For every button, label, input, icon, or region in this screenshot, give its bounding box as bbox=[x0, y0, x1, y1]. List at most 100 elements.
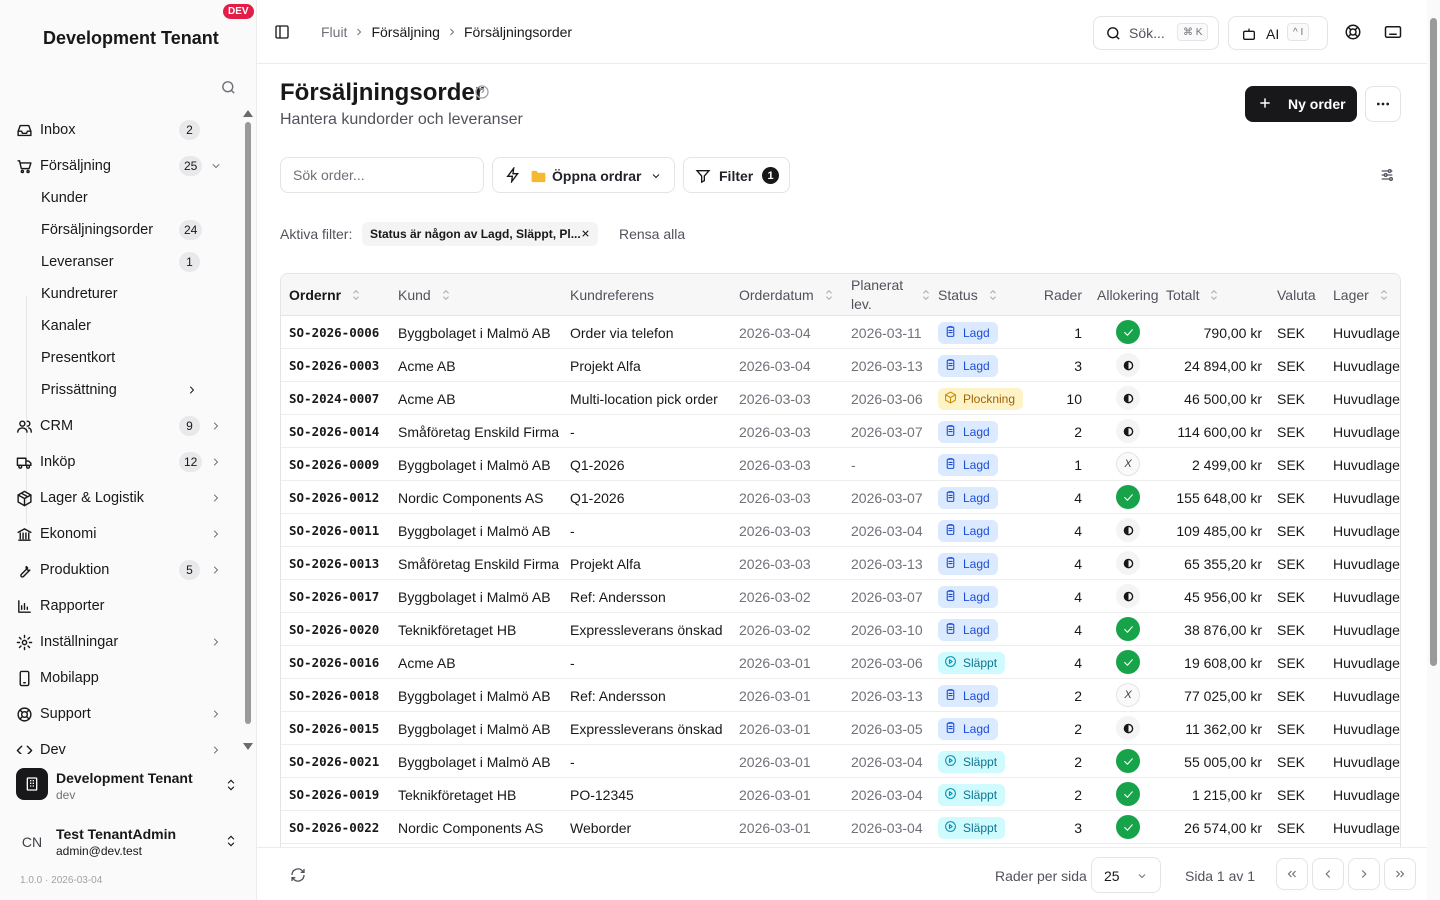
sidebar-item-lager-logistik[interactable]: Lager & Logistik bbox=[0, 482, 240, 514]
chevron-right-icon[interactable] bbox=[186, 384, 198, 396]
sidebar-item-inköp[interactable]: Inköp 12 bbox=[0, 446, 240, 478]
chevron-down-icon[interactable] bbox=[210, 160, 222, 172]
global-search-button[interactable]: Sök... ⌘ K bbox=[1093, 16, 1219, 50]
user-menu[interactable]: CN Test TenantAdmin admin@dev.test bbox=[0, 818, 256, 866]
order-number[interactable]: SO-2026-0009 bbox=[289, 448, 379, 481]
sidebar-toggle-icon[interactable] bbox=[274, 24, 290, 40]
table-row[interactable]: SO-2026-0018 Byggbolaget i Malmö AB Ref: A… bbox=[281, 679, 1400, 712]
sidebar-item-mobilapp[interactable]: Mobilapp bbox=[0, 662, 240, 694]
sidebar-item-produktion[interactable]: Produktion 5 bbox=[0, 554, 240, 586]
sort-icon[interactable] bbox=[824, 289, 834, 301]
saved-view-dropdown[interactable]: Öppna ordrar bbox=[492, 157, 675, 193]
scroll-down-arrow[interactable] bbox=[243, 743, 253, 750]
order-number[interactable]: SO-2026-0017 bbox=[289, 580, 379, 613]
sort-icon[interactable] bbox=[988, 289, 998, 301]
chevron-right-icon[interactable] bbox=[210, 456, 222, 468]
sort-icon[interactable] bbox=[1379, 289, 1389, 301]
order-number[interactable]: SO-2026-0020 bbox=[289, 613, 379, 646]
chevron-right-icon[interactable] bbox=[210, 744, 222, 754]
column-header[interactable]: Ordernr bbox=[289, 274, 394, 316]
chevron-right-icon[interactable] bbox=[210, 420, 222, 432]
sidebar-item-kundreturer[interactable]: Kundreturer bbox=[0, 278, 240, 310]
page-scrollbar[interactable] bbox=[1427, 0, 1440, 900]
order-number[interactable]: SO-2024-0007 bbox=[289, 382, 379, 415]
sidebar-item-kunder[interactable]: Kunder bbox=[0, 182, 240, 214]
column-header[interactable]: Orderdatum bbox=[739, 274, 847, 316]
previous-page-button[interactable] bbox=[1312, 858, 1344, 890]
sidebar-item-leveranser[interactable]: Leveranser 1 bbox=[0, 246, 240, 278]
sidebar-item-inbox[interactable]: Inbox 2 bbox=[0, 114, 240, 146]
order-search-input[interactable] bbox=[280, 157, 484, 193]
table-row[interactable]: SO-2026-0015 Byggbolaget i Malmö AB Expres… bbox=[281, 712, 1400, 745]
order-number[interactable]: SO-2026-0014 bbox=[289, 415, 379, 448]
table-row[interactable]: SO-2026-0020 Teknikföretaget HB Expresslev… bbox=[281, 613, 1400, 646]
sidebar-item-försäljning[interactable]: Försäljning 25 bbox=[0, 150, 240, 182]
table-row[interactable]: SO-2024-0007 Acme AB Multi-location pick o… bbox=[281, 382, 1400, 415]
column-header[interactable]: Kund bbox=[398, 274, 566, 316]
sidebar-item-inställningar[interactable]: Inställningar bbox=[0, 626, 240, 658]
chevron-right-icon[interactable] bbox=[210, 636, 222, 648]
scrollbar-thumb[interactable] bbox=[245, 122, 251, 724]
order-number[interactable]: SO-2026-0019 bbox=[289, 778, 379, 811]
order-number[interactable]: SO-2026-0021 bbox=[289, 745, 379, 778]
sort-icon[interactable] bbox=[921, 289, 931, 301]
table-row[interactable]: SO-2026-0014 Småföretag Enskild Firma - 202… bbox=[281, 415, 1400, 448]
column-header[interactable]: Status bbox=[938, 274, 1018, 316]
table-row[interactable]: SO-2026-0021 Byggbolaget i Malmö AB - 2026-… bbox=[281, 745, 1400, 778]
column-header[interactable]: Lager bbox=[1333, 274, 1400, 316]
sidebar-item-support[interactable]: Support bbox=[0, 698, 240, 730]
lifebuoy-icon[interactable] bbox=[1344, 23, 1362, 41]
tenant-switcher[interactable]: Development Tenant dev bbox=[0, 762, 256, 810]
table-row[interactable]: SO-2026-0017 Byggbolaget i Malmö AB Ref: A… bbox=[281, 580, 1400, 613]
table-row[interactable]: SO-2026-0013 Småföretag Enskild Firma Proj… bbox=[281, 547, 1400, 580]
chevron-right-icon[interactable] bbox=[210, 492, 222, 504]
order-number[interactable]: SO-2026-0012 bbox=[289, 481, 379, 514]
chevron-right-icon[interactable] bbox=[210, 564, 222, 576]
breadcrumb-item[interactable]: Fluit bbox=[321, 24, 347, 40]
ai-assistant-button[interactable]: AI ^ I bbox=[1228, 16, 1328, 50]
refresh-icon[interactable] bbox=[290, 867, 306, 883]
order-number[interactable]: SO-2026-0018 bbox=[289, 679, 379, 712]
table-row[interactable]: SO-2026-0009 Byggbolaget i Malmö AB Q1-202… bbox=[281, 448, 1400, 481]
scroll-up-arrow[interactable] bbox=[243, 110, 253, 117]
scrollbar-thumb[interactable] bbox=[1430, 18, 1437, 666]
order-number[interactable]: SO-2026-0006 bbox=[289, 316, 379, 349]
table-row[interactable]: SO-2026-0016 Acme AB - 2026-03-01 2026-03-06… bbox=[281, 646, 1400, 679]
order-number[interactable]: SO-2026-0003 bbox=[289, 349, 379, 382]
chevron-right-icon[interactable] bbox=[210, 708, 222, 720]
first-page-button[interactable] bbox=[1276, 858, 1308, 890]
order-number[interactable]: SO-2026-0013 bbox=[289, 547, 379, 580]
search-icon[interactable] bbox=[220, 79, 237, 96]
close-icon[interactable] bbox=[580, 228, 591, 239]
keyboard-icon[interactable] bbox=[1384, 23, 1402, 41]
table-row[interactable]: SO-2026-0003 Acme AB Projekt Alfa 2026-03-0… bbox=[281, 349, 1400, 382]
sidebar-item-dev[interactable]: Dev bbox=[0, 734, 240, 754]
next-page-button[interactable] bbox=[1348, 858, 1380, 890]
sidebar-item-försäljningsorder[interactable]: Försäljningsorder 24 bbox=[0, 214, 240, 246]
order-number[interactable]: SO-2026-0011 bbox=[289, 514, 379, 547]
rows-per-page-select[interactable]: 25 bbox=[1091, 857, 1161, 893]
sidebar-item-presentkort[interactable]: Presentkort bbox=[0, 342, 240, 374]
clear-all-filters-button[interactable]: Rensa alla bbox=[619, 226, 685, 242]
sort-icon[interactable] bbox=[441, 289, 451, 301]
filter-button[interactable]: Filter 1 bbox=[683, 157, 790, 193]
more-actions-button[interactable] bbox=[1365, 86, 1401, 122]
sidebar-item-crm[interactable]: CRM 9 bbox=[0, 410, 240, 442]
table-row[interactable]: SO-2026-0022 Nordic Components AS Weborder… bbox=[281, 811, 1400, 844]
table-row[interactable]: SO-2026-0011 Byggbolaget i Malmö AB - 2026-… bbox=[281, 514, 1400, 547]
table-row[interactable]: SO-2026-0019 Teknikföretaget HB PO-12345 20… bbox=[281, 778, 1400, 811]
last-page-button[interactable] bbox=[1384, 858, 1416, 890]
column-header[interactable]: Planerat lev. bbox=[851, 274, 933, 316]
order-number[interactable]: SO-2026-0016 bbox=[289, 646, 379, 679]
breadcrumb-item[interactable]: Försäljning bbox=[371, 24, 439, 40]
sidebar-item-kanaler[interactable]: Kanaler bbox=[0, 310, 240, 342]
help-circle-icon[interactable] bbox=[474, 84, 490, 100]
sort-icon[interactable] bbox=[351, 289, 361, 301]
active-filter-chip[interactable]: Status är någon av Lagd, Släppt, Pl... bbox=[362, 222, 598, 246]
new-order-button[interactable]: Ny order bbox=[1245, 86, 1357, 122]
sliders-icon[interactable] bbox=[1379, 167, 1395, 183]
sidebar-scrollbar[interactable] bbox=[243, 110, 253, 750]
sidebar-item-prissättning[interactable]: Prissättning bbox=[0, 374, 240, 406]
order-number[interactable]: SO-2026-0022 bbox=[289, 811, 379, 844]
table-row[interactable]: SO-2026-0006 Byggbolaget i Malmö AB Order … bbox=[281, 316, 1400, 349]
